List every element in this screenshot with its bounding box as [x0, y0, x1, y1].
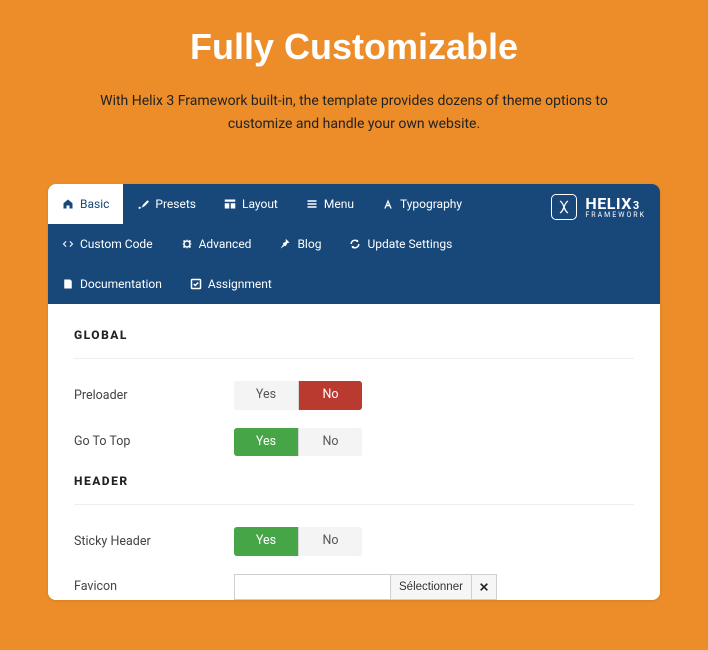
toggle-sticky[interactable]: Yes No: [234, 527, 362, 556]
toggle-yes[interactable]: Yes: [234, 381, 298, 410]
tab-label: Advanced: [199, 238, 252, 250]
toggle-yes[interactable]: Yes: [234, 527, 298, 556]
section-title-global: GLOBAL: [74, 328, 634, 359]
tab-label: Assignment: [208, 278, 272, 290]
brand-sub: FRAMEWORK: [585, 212, 646, 219]
setting-row-gototop: Go To Top Yes No: [74, 428, 634, 457]
settings-panel: Basic Presets Layout Menu: [48, 184, 660, 600]
home-icon: [62, 198, 74, 210]
book-icon: [62, 278, 74, 290]
setting-label: Favicon: [74, 579, 234, 594]
tab-basic[interactable]: Basic: [48, 184, 123, 224]
setting-row-preloader: Preloader Yes No: [74, 381, 634, 410]
tab-presets[interactable]: Presets: [123, 184, 210, 224]
list-icon: [306, 198, 318, 210]
tab-advanced[interactable]: Advanced: [167, 224, 266, 264]
favicon-input[interactable]: [234, 574, 390, 600]
page-subtitle: With Helix 3 Framework built-in, the tem…: [94, 90, 614, 136]
favicon-clear-button[interactable]: [471, 574, 497, 600]
tab-label: Blog: [297, 238, 321, 250]
toggle-yes[interactable]: Yes: [234, 428, 298, 457]
tab-label: Update Settings: [367, 238, 452, 250]
setting-row-sticky: Sticky Header Yes No: [74, 527, 634, 556]
brand-name: HELIX: [585, 194, 631, 213]
tab-blog[interactable]: Blog: [265, 224, 335, 264]
favicon-select-button[interactable]: Sélectionner: [390, 574, 471, 600]
toggle-no[interactable]: No: [298, 428, 362, 457]
page-title: Fully Customizable: [0, 26, 708, 68]
code-icon: [62, 238, 74, 250]
setting-label: Sticky Header: [74, 534, 234, 549]
tab-layout[interactable]: Layout: [210, 184, 292, 224]
tab-label: Menu: [324, 198, 354, 210]
tab-label: Typography: [400, 198, 462, 210]
tab-label: Presets: [155, 198, 196, 210]
setting-row-favicon: Favicon Sélectionner: [74, 574, 634, 600]
tab-update-settings[interactable]: Update Settings: [335, 224, 466, 264]
tab-documentation[interactable]: Documentation: [48, 264, 176, 304]
toggle-gototop[interactable]: Yes No: [234, 428, 362, 457]
tab-bar: Basic Presets Layout Menu: [48, 184, 660, 304]
setting-label: Preloader: [74, 388, 234, 403]
tab-assignment[interactable]: Assignment: [176, 264, 286, 304]
toggle-no[interactable]: No: [298, 527, 362, 556]
section-title-header: HEADER: [74, 474, 634, 505]
tab-menu[interactable]: Menu: [292, 184, 368, 224]
pin-icon: [279, 238, 291, 250]
tab-label: Layout: [242, 198, 278, 210]
tab-typography[interactable]: Typography: [368, 184, 476, 224]
gear-icon: [181, 238, 193, 250]
refresh-icon: [349, 238, 361, 250]
close-icon: [479, 582, 489, 592]
tab-label: Custom Code: [80, 238, 153, 250]
grid-icon: [224, 198, 236, 210]
tab-label: Basic: [80, 198, 109, 210]
toggle-no[interactable]: No: [298, 381, 362, 410]
font-icon: [382, 198, 394, 210]
tab-label: Documentation: [80, 278, 162, 290]
toggle-preloader[interactable]: Yes No: [234, 381, 362, 410]
setting-label: Go To Top: [74, 434, 234, 449]
check-icon: [190, 278, 202, 290]
helix-logo-icon: [551, 194, 577, 220]
tab-custom-code[interactable]: Custom Code: [48, 224, 167, 264]
brand: HELIX3 FRAMEWORK: [551, 194, 646, 220]
brush-icon: [137, 198, 149, 210]
brand-version: 3: [633, 199, 640, 212]
